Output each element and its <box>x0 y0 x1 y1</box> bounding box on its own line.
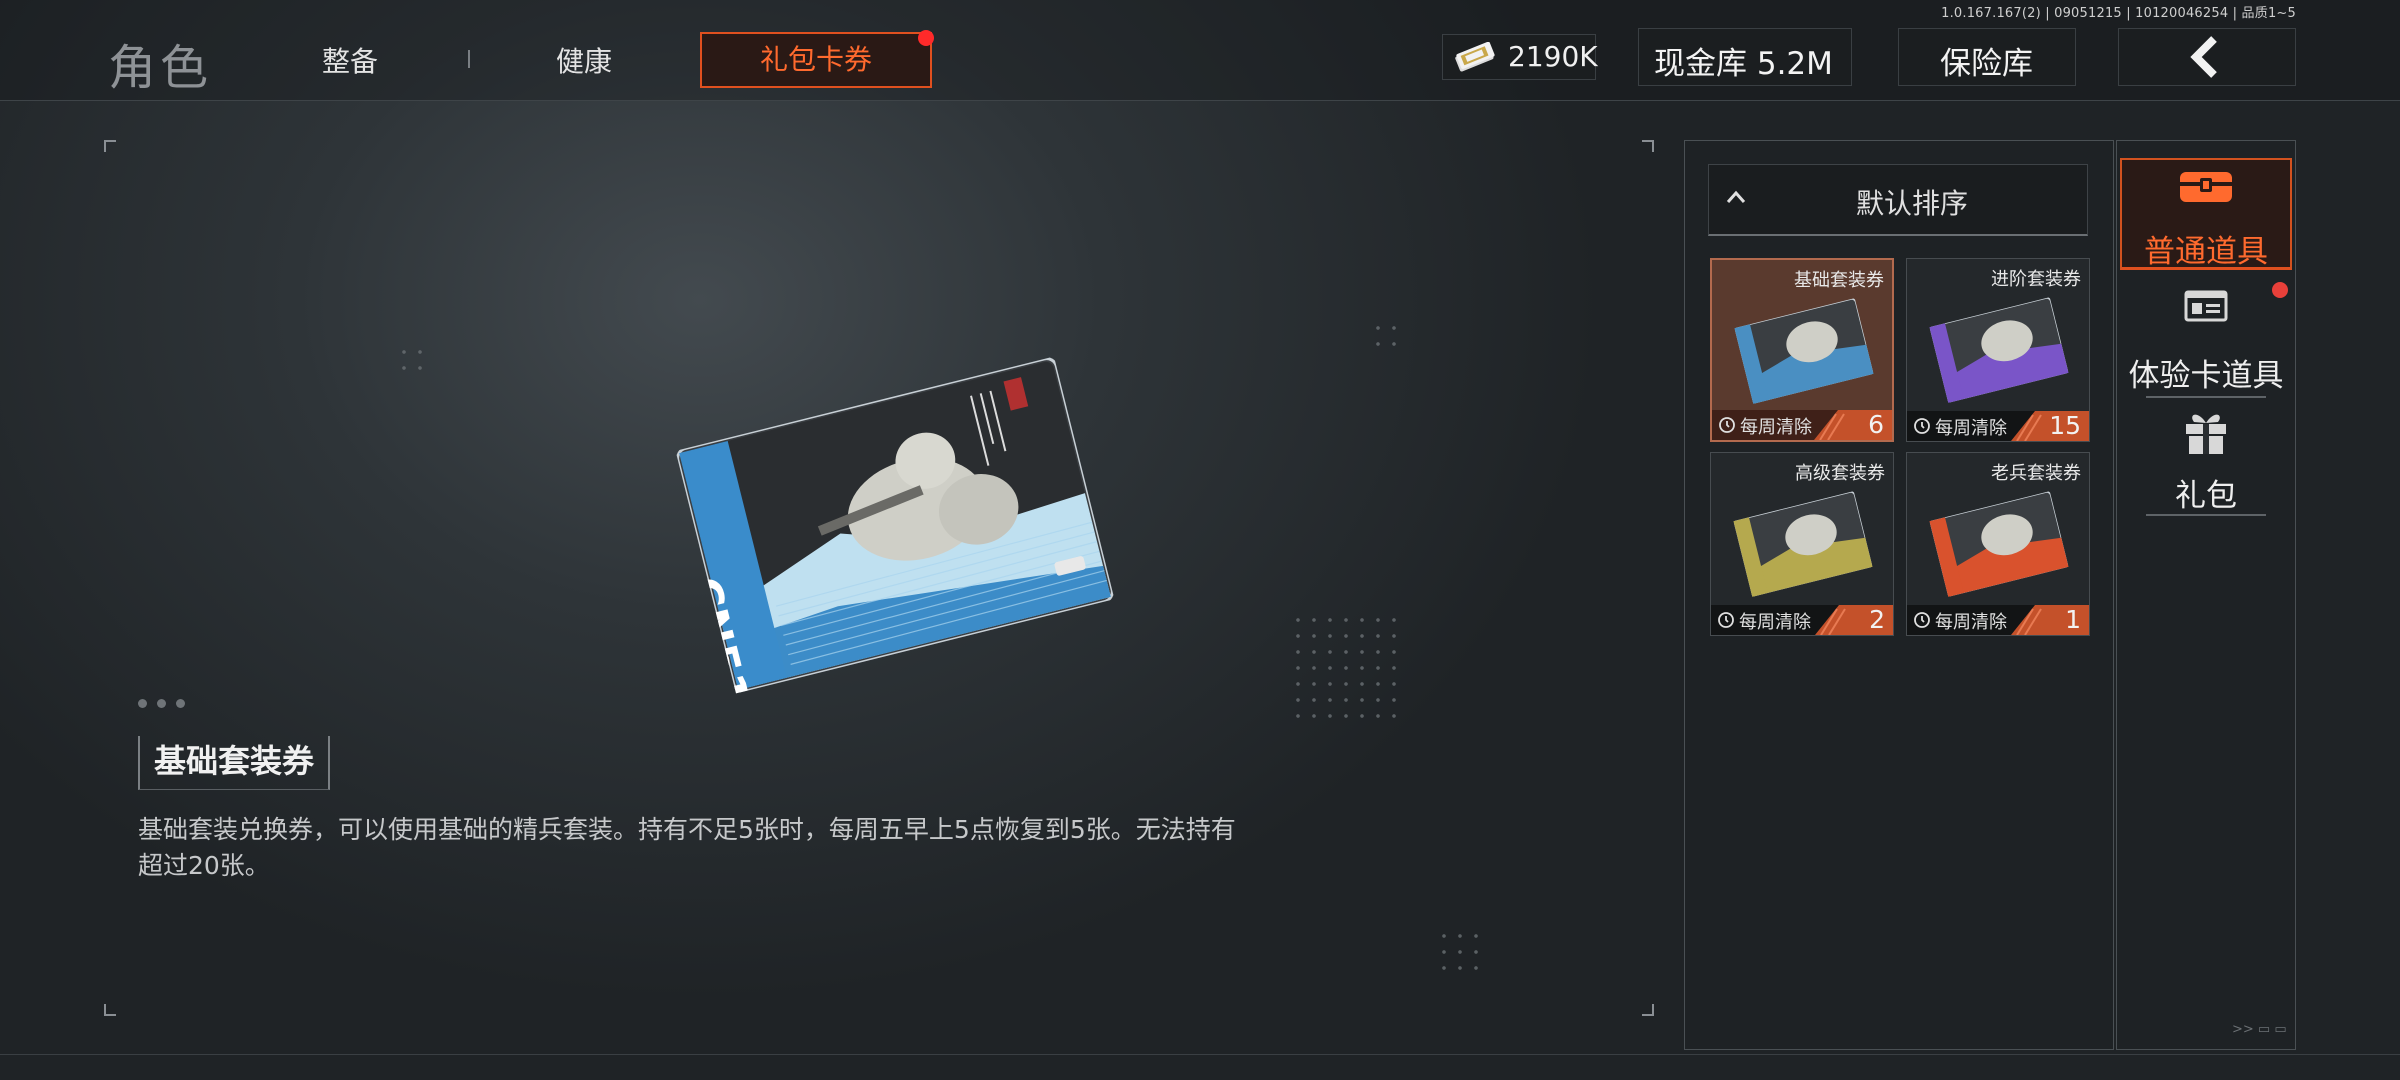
voucher-card-preview: CN517 <box>676 357 1115 741</box>
cash-vault-label: 现金库 5.2M <box>1654 46 1833 82</box>
chevron-left-icon <box>2190 36 2217 78</box>
item-footer: 每周清除 1 <box>1907 605 2089 635</box>
weekly-reset-label: 每周清除 <box>1739 612 1811 633</box>
item-name: 进阶套装券 <box>1991 269 2081 290</box>
tab-divider <box>468 50 470 68</box>
version-info: 1.0.167.167(2) | 09051215 | 10120046254 … <box>1941 6 2296 21</box>
item-quantity: 1 <box>2065 605 2081 634</box>
item-footer: 每周清除 6 <box>1712 410 1892 440</box>
category-gift-packs[interactable]: 礼包 <box>2116 470 2296 515</box>
clock-icon <box>1914 418 1930 434</box>
frame-corner <box>1642 1004 1654 1016</box>
frame-corner <box>104 1004 116 1016</box>
tab-gift-vouchers[interactable]: 礼包卡券 <box>700 32 932 88</box>
tab-equipment[interactable]: 整备 <box>322 40 378 80</box>
category-trial-card-items[interactable]: 体验卡道具 <box>2116 350 2296 395</box>
currency-value: 2190K <box>1508 40 1598 73</box>
clock-icon <box>1914 612 1930 628</box>
category-panel <box>2116 140 2296 1050</box>
voucher-thumbnail <box>1734 298 1874 404</box>
voucher-thumbnail <box>1733 491 1873 597</box>
weekly-reset-label: 每周清除 <box>1935 612 2007 633</box>
voucher-thumbnail <box>1929 491 2069 597</box>
decor-dots <box>1290 612 1406 728</box>
item-card-basic[interactable]: 基础套装券 每周清除 6 <box>1710 258 1894 442</box>
sort-label: 默认排序 <box>1856 187 1969 220</box>
notification-dot <box>918 30 934 46</box>
item-name: 高级套装券 <box>1795 463 1885 484</box>
clock-icon <box>1718 612 1734 628</box>
gift-icon[interactable] <box>2180 404 2232 456</box>
decor-dots <box>396 344 432 380</box>
category-underline <box>2146 396 2266 398</box>
item-card-veteran[interactable]: 老兵套装券 每周清除 1 <box>1906 452 2090 636</box>
frame-corner <box>1642 140 1654 152</box>
voucher-thumbnail <box>1929 297 2069 403</box>
page-title: 角色 <box>108 40 213 96</box>
bottom-divider <box>0 1054 2400 1055</box>
item-card-advanced[interactable]: 进阶套装券 每周清除 15 <box>1906 258 2090 442</box>
notification-dot <box>2272 282 2288 298</box>
decor-dots <box>1436 928 1486 978</box>
safe-vault-label: 保险库 <box>1940 46 2033 82</box>
item-name: 老兵套装券 <box>1991 463 2081 484</box>
item-title: 基础套装券 <box>154 742 315 780</box>
clock-icon <box>1719 417 1735 433</box>
weekly-reset-label: 每周清除 <box>1740 417 1812 438</box>
caret-up-icon <box>1726 190 1746 203</box>
item-footer: 每周清除 15 <box>1907 411 2089 441</box>
decor-dots <box>1370 320 1406 356</box>
item-title-frame: 基础套装券 <box>138 736 331 790</box>
item-quantity: 15 <box>2049 411 2081 440</box>
treasure-chest-icon <box>2180 172 2232 202</box>
item-quantity: 6 <box>1868 410 1884 439</box>
collapse-icon[interactable]: >> ▭ ▭ <box>2232 1022 2287 1037</box>
weekly-reset-label: 每周清除 <box>1935 418 2007 439</box>
category-normal-label: 普通道具 <box>2144 234 2268 270</box>
item-quantity: 2 <box>1869 605 1885 634</box>
tab-health[interactable]: 健康 <box>556 40 612 80</box>
category-underline <box>2146 514 2266 516</box>
cash-bundle-icon <box>1455 42 1495 72</box>
item-description: 基础套装兑换券，可以使用基础的精兵套装。持有不足5张时，每周五早上5点恢复到5张… <box>138 815 1236 880</box>
id-card-icon[interactable] <box>2182 288 2230 324</box>
item-footer: 每周清除 2 <box>1711 605 1893 635</box>
page-indicator <box>138 693 195 712</box>
item-name: 基础套装券 <box>1794 270 1884 291</box>
item-card-premium[interactable]: 高级套装券 每周清除 2 <box>1710 452 1894 636</box>
frame-corner <box>104 140 116 152</box>
